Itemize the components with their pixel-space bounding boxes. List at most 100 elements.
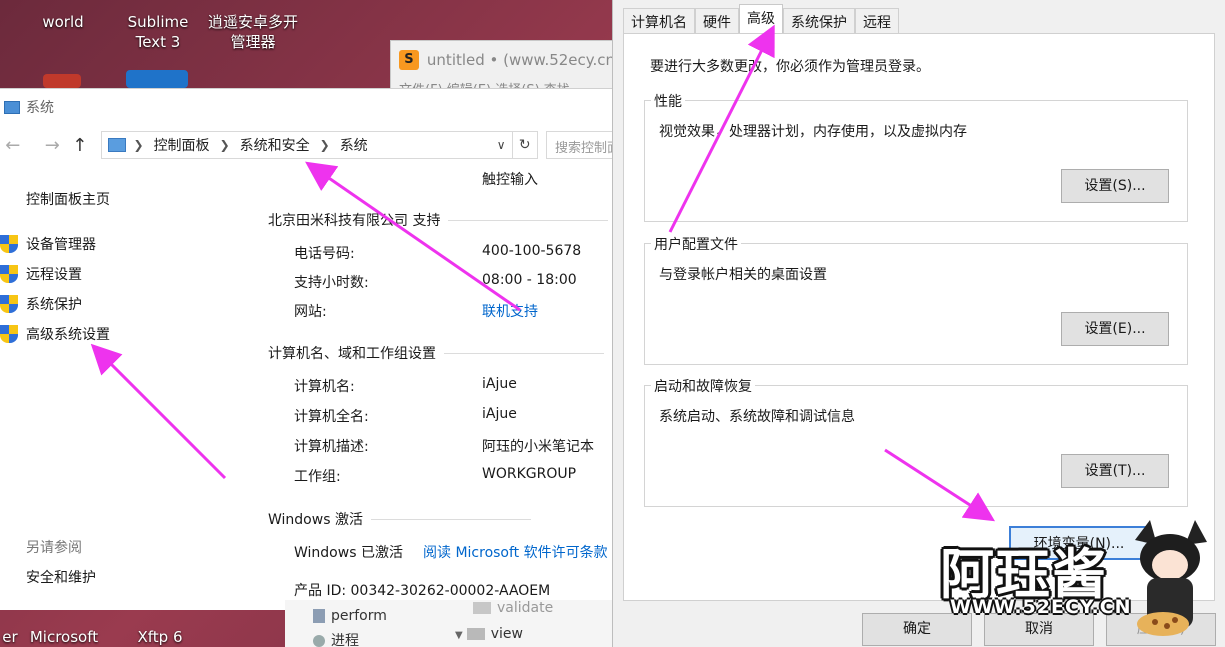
tab-system-protection[interactable]: 系统保护 [783,8,855,34]
tab-hardware[interactable]: 硬件 [695,8,739,34]
file-list-item[interactable]: validate [473,600,553,616]
sublime-titlebar[interactable]: S untitled • (www.52ecy.cn, [391,41,619,79]
desktop-icon-world[interactable]: world [38,12,88,32]
breadcrumb-system-security[interactable]: 系统和安全 [240,135,310,155]
desktop-icon-sublime-app[interactable] [126,70,188,88]
sidebar-link-security[interactable]: 安全和维护 [26,567,96,587]
sidebar-item-device-manager[interactable]: 设备管理器 [0,234,96,254]
group-description: 与登录帐户相关的桌面设置 [659,267,827,283]
sublime-title-text: untitled • (www.52ecy.cn, [426,51,619,69]
file-list-item[interactable]: 进程 [313,630,359,647]
workgroup-value: WORKGROUP [482,466,577,482]
desktop-icon-label: er [2,628,18,646]
folder-icon [466,628,485,640]
desktop-icon-book[interactable] [42,74,82,88]
file-list-item[interactable]: ▼ view [455,626,523,642]
sidebar-item-advanced[interactable]: 高级系统设置 [0,324,110,344]
shield-icon [0,295,18,313]
search-input[interactable]: 搜索控制面板 [546,131,615,159]
support-section-heading: 北京田米科技有限公司 支持 [268,210,608,230]
sidebar-home-link[interactable]: 控制面板主页 [26,189,110,209]
phone-value: 400-100-5678 [482,243,582,259]
sidebar-item-label: 系统保护 [26,297,82,313]
description-value: 阿珏的小米笔记本 [482,439,594,455]
shield-icon [0,325,18,343]
app-glyph-icon [126,70,188,88]
full-name-value: iAjue [482,406,517,422]
file-name: 进程 [331,633,359,647]
window-title: 系统 [26,100,54,116]
watermark-logo: 阿珏酱 WWW.52ECY.CN [935,520,1225,647]
file-name: view [490,626,523,642]
touch-input-value: 触控输入 [482,172,538,188]
breadcrumb-system[interactable]: 系统 [340,135,368,155]
tab-remote[interactable]: 远程 [855,8,899,34]
chevron-down-icon[interactable]: ∨ [491,138,512,152]
file-name: perform [331,608,387,624]
sidebar-item-remote[interactable]: 远程设置 [0,264,82,284]
file-icon [313,609,325,623]
group-title: 用户配置文件 [651,234,741,254]
book-icon [43,74,81,88]
performance-settings-button[interactable]: 设置(S)... [1061,169,1169,203]
computer-name-label: 计算机名: [294,379,355,395]
sidebar-item-label: 高级系统设置 [26,327,110,343]
back-arrow-icon[interactable]: ← [0,135,26,156]
chevron-right-icon[interactable]: ❯ [320,138,330,152]
website-label: 网站: [294,304,327,320]
desktop-icon-sublime[interactable]: Sublime Text 3 [120,12,196,52]
desktop-icon-er[interactable]: er [0,627,20,647]
user-profiles-group: 用户配置文件 与登录帐户相关的桌面设置 设置(E)... [644,234,1188,365]
sidebar-item-label: 远程设置 [26,267,82,283]
file-list: perform 进程 validate ▼ view [285,600,615,647]
section-title: 北京田米科技有限公司 支持 [268,213,441,229]
desktop-icon-microsoft[interactable]: Microsoft [24,627,104,647]
shield-icon [0,265,18,283]
forward-arrow-icon[interactable]: → [40,135,66,156]
see-also-heading: 另请参阅 [26,540,82,556]
desktop-icon-xiaoyao[interactable]: 逍遥安卓多开管理器 [205,12,301,52]
startup-settings-button[interactable]: 设置(T)... [1061,454,1169,488]
address-bar[interactable]: ❯ 控制面板 ❯ 系统和安全 ❯ 系统 ∨ [100,131,513,159]
chevron-right-icon[interactable]: ❯ [220,138,230,152]
tab-computer-name[interactable]: 计算机名 [623,8,695,34]
group-description: 视觉效果，处理器计划，内存使用，以及虚拟内存 [659,124,967,140]
tab-advanced[interactable]: 高级 [739,4,783,34]
support-hours-label: 支持小时数: [294,275,369,291]
full-name-label: 计算机全名: [294,409,369,425]
phone-label: 电话号码: [294,246,355,262]
desktop-icon-label: world [42,13,84,31]
watermark-url: WWW.52ECY.CN [950,596,1132,618]
advanced-tab-panel: 要进行大多数更改，你必须作为管理员登录。 性能 视觉效果，处理器计划，内存使用，… [623,33,1215,601]
breadcrumb-control-panel[interactable]: 控制面板 [154,135,210,155]
refresh-icon: ↻ [518,137,531,153]
support-hours-value: 08:00 - 18:00 [482,272,577,288]
chevron-right-icon[interactable]: ❯ [134,138,144,152]
startup-recovery-group: 启动和故障恢复 系统启动、系统故障和调试信息 设置(T)... [644,376,1188,507]
file-name: validate [497,600,554,616]
shield-icon [0,235,18,253]
activation-status: Windows 已激活 [294,545,403,561]
folder-icon [473,602,491,614]
chevron-down-icon[interactable]: ▼ [455,630,463,641]
sublime-logo-icon: S [399,50,419,70]
activation-section-heading: Windows 激活 [268,509,531,529]
desktop-icon-label: Microsoft [29,628,99,646]
sidebar-item-label: 设备管理器 [26,237,96,253]
license-terms-link[interactable]: 阅读 Microsoft 软件许可条款 [423,542,608,562]
group-title: 启动和故障恢复 [651,376,755,396]
product-id: 产品 ID: 00342-30262-00002-AAOEM [294,583,551,599]
desktop-icon-xftp[interactable]: Xftp 6 [130,627,190,647]
profile-settings-button[interactable]: 设置(E)... [1061,312,1169,346]
desktop-icon-label: Xftp 6 [137,628,183,646]
sidebar-item-protection[interactable]: 系统保护 [0,294,82,314]
refresh-button[interactable]: ↻ [512,131,539,159]
online-support-link[interactable]: 联机支持 [482,301,538,321]
file-list-item[interactable]: perform [313,608,387,624]
up-arrow-icon[interactable]: ↑ [67,135,93,156]
system-titlebar[interactable]: 系统 [0,89,615,125]
desktop-icon-label: 逍遥安卓多开管理器 [207,13,298,51]
admin-note: 要进行大多数更改，你必须作为管理员登录。 [650,59,930,75]
navigation-bar: ← → ↑ ❯ 控制面板 ❯ 系统和安全 ❯ 系统 ∨ ↻ 搜索控制面板 [0,125,615,165]
section-title: Windows 激活 [268,512,363,528]
